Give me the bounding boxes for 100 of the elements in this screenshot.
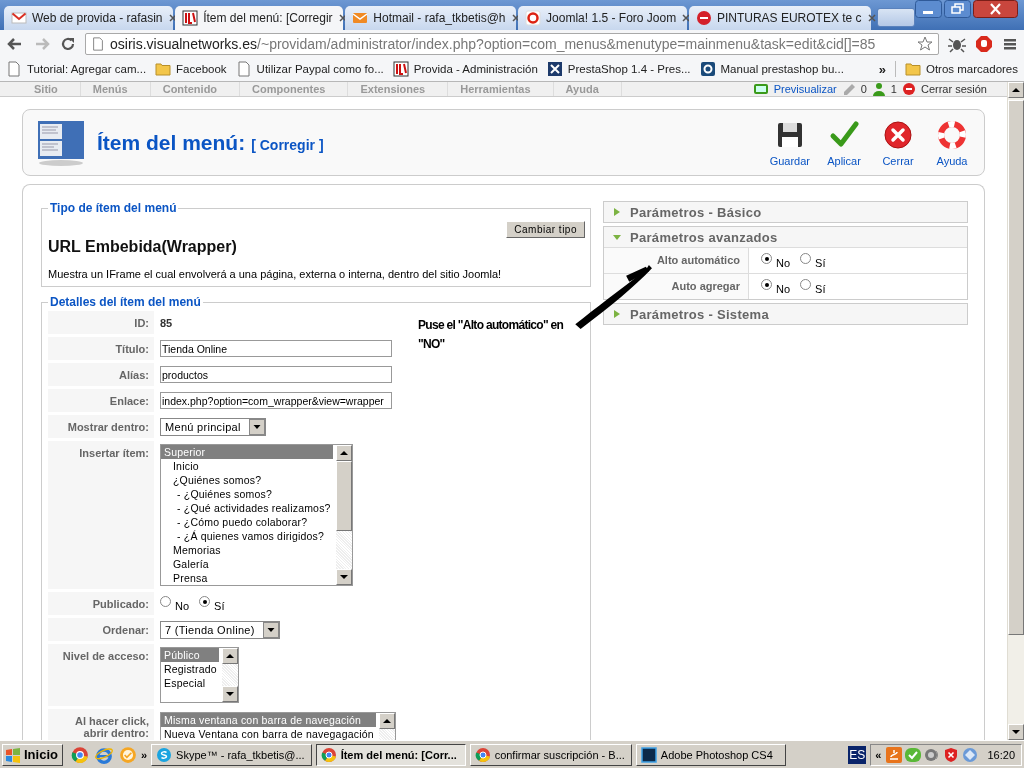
list-option[interactable]: Memorias (161, 543, 333, 557)
bookmark[interactable]: Provida - Administración (392, 61, 538, 77)
list-option[interactable]: ¿Quiénes somos? (161, 473, 333, 487)
stop-icon[interactable] (975, 34, 993, 53)
more-chevron[interactable]: » (140, 748, 148, 761)
bookmark[interactable]: Manual prestashop bu... (699, 61, 844, 77)
panel-header[interactable]: Parámetros avanzados (604, 227, 967, 247)
preview-link[interactable]: Previsualizar (773, 83, 837, 95)
radio-button[interactable] (761, 253, 772, 264)
list-scrollbar[interactable] (335, 445, 352, 585)
clock-text: 16:20 (987, 748, 1015, 761)
radio-button[interactable] (160, 596, 171, 607)
logout-link[interactable]: Cerrar sesión (920, 83, 987, 95)
more-bookmarks-chevron[interactable]: » (878, 61, 886, 77)
back-arrow-icon[interactable] (6, 35, 24, 52)
close-icon[interactable] (510, 13, 521, 23)
taskbar-button[interactable]: confirmar suscripción - B... (469, 743, 632, 766)
radio-label: No (776, 256, 791, 269)
bookmark[interactable]: Facebook (155, 61, 227, 77)
item-type-description: Muestra un IFrame el cual envolverá a una página, externa o interna, dentro del sitio Joomla! (48, 268, 503, 280)
text-field[interactable]: productos (160, 366, 392, 383)
field-label: Título: (48, 337, 154, 360)
list-option[interactable]: Galería (161, 557, 333, 571)
star-icon[interactable] (917, 35, 933, 52)
dropdown[interactable]: 7 (Tienda Online) (160, 620, 280, 639)
bookmark-folder[interactable]: Otros marcadores (904, 61, 1018, 77)
list-option[interactable]: Nueva Ventana con barra de navegagación (161, 727, 376, 740)
browser-tab[interactable]: Web de provida - rafasin (4, 6, 174, 30)
apply-button[interactable]: Aplicar (820, 116, 868, 169)
cup-icon[interactable] (886, 746, 903, 763)
list-option[interactable]: Prensa (161, 571, 333, 585)
radio-button[interactable] (761, 279, 772, 290)
list-option[interactable]: Inicio (161, 459, 333, 473)
list-option[interactable]: Misma ventana con barra de navegación (161, 713, 376, 727)
new-tab-button[interactable] (877, 8, 915, 27)
bookmark[interactable]: Tutorial: Agregar cam... (6, 61, 147, 77)
scrollbar[interactable] (1007, 82, 1024, 740)
cross-icon (882, 118, 914, 151)
check-icon[interactable] (905, 746, 922, 763)
radio-button[interactable] (800, 279, 812, 290)
taskbar-button[interactable]: Skype™ - rafa_tkbetis@... (151, 743, 312, 766)
list-box[interactable]: Superior Inicio ¿Quiénes somos? - ¿Quiénes somos? - ¿Qué actividades realizamos? - ¿Cómo puedo colaborar? - ¿Á quienes vamos dirigidos? Memorias Galería Prensa (160, 444, 353, 586)
folder-icon (155, 61, 172, 77)
reload-icon[interactable] (60, 35, 76, 52)
globe-icon[interactable] (94, 745, 113, 764)
list-option[interactable]: - ¿Qué actividades realizamos? (161, 501, 333, 515)
logo-icon (392, 61, 409, 77)
text-field[interactable]: index.php?option=com_wrapper&view=wrapper (160, 392, 392, 409)
browser-tab[interactable]: Ítem del menú: [Corregir (175, 6, 344, 30)
list-option[interactable]: Registrado (161, 662, 219, 676)
restore-icon[interactable] (944, 0, 971, 18)
browser-icon (320, 746, 337, 763)
list-option[interactable]: - ¿Á quienes vamos dirigidos? (161, 529, 333, 543)
browser-icon[interactable] (70, 745, 89, 764)
close-icon[interactable] (973, 0, 1018, 18)
radio-button[interactable] (199, 596, 211, 607)
bookmark[interactable]: PrestaShop 1.4 - Pres... (546, 61, 691, 77)
list-option[interactable]: - ¿Quiénes somos? (161, 487, 333, 501)
logo-icon (695, 10, 712, 26)
list-scrollbar[interactable] (221, 648, 238, 702)
list-box[interactable]: Público Registrado Especial (160, 647, 239, 703)
close-icon[interactable] (681, 13, 692, 23)
radio-button[interactable] (800, 253, 812, 264)
radio-label: Sí (214, 599, 225, 612)
address-bar[interactable]: osiris.visualnetworks.es/~providam/administrator/index.php?option=com_menus&menutype=mainmenu&task=edit&cid[]=85 (85, 32, 939, 55)
list-option[interactable]: - ¿Cómo puedo colaborar? (161, 515, 333, 529)
caret-icon[interactable] (248, 418, 265, 435)
tray-toggle[interactable]: « (875, 748, 882, 761)
menu-item-icon (37, 118, 85, 167)
page-title: Ítem del menú: (97, 130, 246, 155)
user-count: 1 (890, 83, 897, 95)
list-option[interactable]: Superior (161, 445, 333, 459)
close-button[interactable]: Cerrar (874, 116, 922, 169)
lifebuoy-icon (936, 118, 968, 151)
change-type-button[interactable]: Cambiar tipo (506, 221, 585, 238)
taskbar-button[interactable]: Ítem del menú: [Corr... (315, 743, 466, 766)
envelope-icon (11, 10, 27, 26)
text-field[interactable]: Tienda Online (160, 340, 392, 357)
list-option[interactable]: Especial (161, 676, 219, 690)
help-button[interactable]: Ayuda (928, 116, 976, 169)
minimize-icon[interactable] (915, 0, 942, 18)
panel-header[interactable]: Parámetros - Sistema (604, 304, 967, 324)
save-button[interactable]: Guardar (765, 116, 814, 169)
browser-tab[interactable]: Joomla! 1.5 - Foro Joom (518, 6, 687, 30)
close-icon[interactable] (866, 13, 877, 23)
browser-tab[interactable]: Hotmail - rafa_tkbetis@h (345, 6, 517, 30)
panel-header[interactable]: Parámetros - Básico (604, 202, 967, 222)
shield-icon[interactable] (943, 746, 960, 763)
logo-icon (525, 10, 542, 26)
list-option[interactable]: Público (161, 648, 219, 662)
start-button[interactable]: Inicio (2, 743, 63, 766)
language-indicator[interactable]: ES (848, 745, 867, 764)
page-subtitle: [ Corregir ] (251, 137, 324, 153)
field-label: Ordenar: (48, 618, 154, 641)
close-icon[interactable] (337, 13, 348, 23)
bookmark[interactable]: Utilizar Paypal como fo... (235, 61, 384, 77)
caret-icon[interactable] (262, 621, 279, 638)
taskbar-button[interactable]: Adobe Photoshop CS4 (635, 743, 786, 766)
close-icon[interactable] (167, 13, 178, 23)
dropdown[interactable]: Menú principal (160, 417, 266, 436)
